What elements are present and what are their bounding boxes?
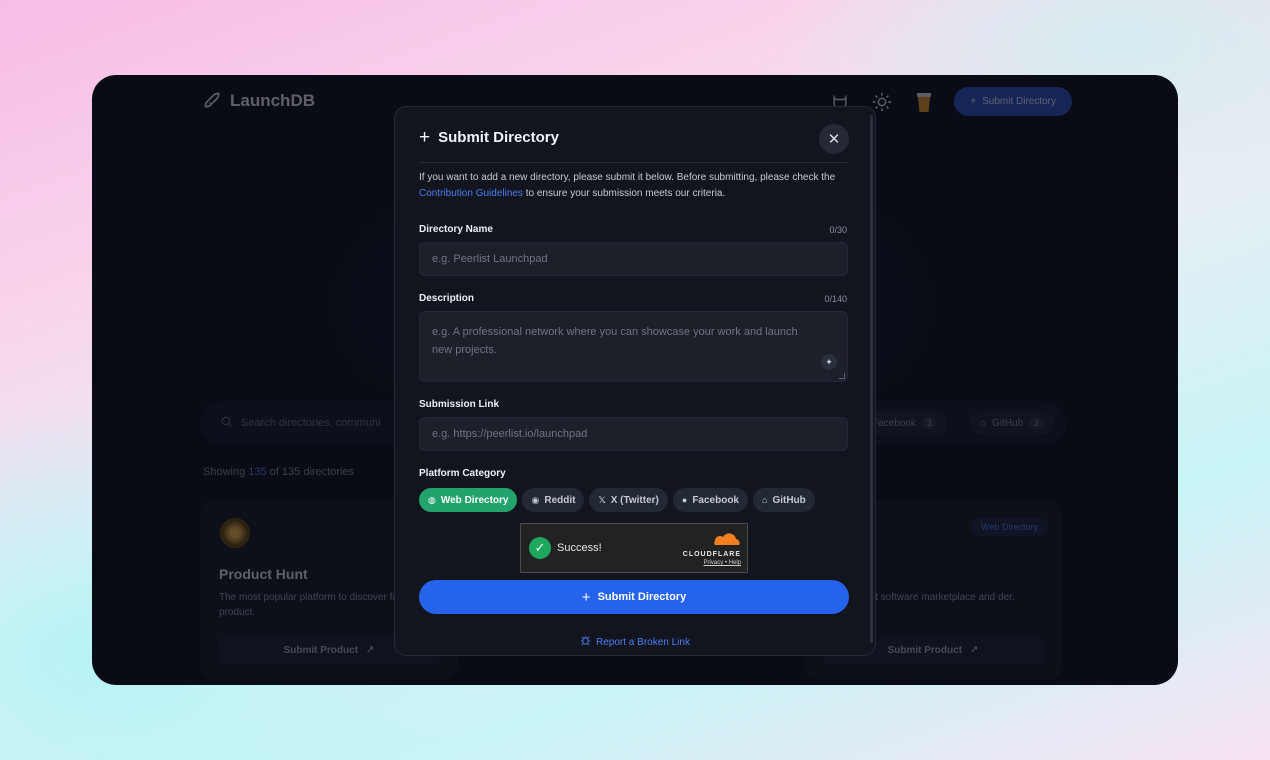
report-label: Report a Broken Link: [596, 636, 690, 648]
cloudflare-cloud-icon: [714, 533, 740, 545]
directory-name-label: Directory Name: [419, 224, 493, 235]
submit-directory-button[interactable]: + Submit Directory: [419, 580, 849, 614]
plus-icon: +: [419, 127, 431, 148]
resize-handle[interactable]: [839, 373, 845, 379]
modal-scrollbar[interactable]: [870, 115, 873, 643]
intro-text: If you want to add a new directory, plea…: [419, 170, 859, 202]
brand-logo[interactable]: LaunchDB: [202, 91, 315, 111]
search-icon: [220, 415, 233, 431]
category-x-twitter[interactable]: 𝕏 X (Twitter): [589, 488, 668, 512]
ai-sparkle-icon[interactable]: ✦: [821, 354, 837, 370]
globe-icon: ◍: [428, 494, 436, 505]
product-hunt-logo: [220, 518, 250, 548]
filter-count: 2: [1029, 417, 1045, 429]
intro-after: to ensure your submission meets our crit…: [522, 188, 726, 199]
brand-name: LaunchDB: [230, 91, 315, 110]
description-label: Description: [419, 293, 475, 304]
description-counter: 0/140: [824, 294, 847, 304]
description-textarea[interactable]: e.g. A professional network where you ca…: [419, 311, 848, 382]
contribution-guidelines-link[interactable]: Contribution Guidelines: [419, 188, 523, 199]
reddit-icon: ◉: [531, 494, 540, 505]
arrow-up-right-icon: ↗: [970, 644, 979, 656]
submission-link-input[interactable]: e.g. https://peerlist.io/launchpad: [419, 417, 848, 451]
submission-link-placeholder: e.g. https://peerlist.io/launchpad: [432, 428, 588, 440]
modal-title: + Submit Directory: [419, 127, 559, 148]
category-reddit[interactable]: ◉ Reddit: [522, 488, 585, 512]
github-icon: ⌂: [762, 495, 768, 505]
submit-directory-label: Submit Directory: [597, 591, 687, 603]
top-submit-button[interactable]: + Submit Directory: [954, 87, 1072, 116]
platform-category-label: Platform Category: [419, 468, 506, 479]
card-title: Product Hunt: [219, 566, 308, 582]
plus-icon: +: [581, 588, 591, 606]
submission-link-label: Submission Link: [419, 399, 500, 410]
category-web-directory[interactable]: ◍ Web Directory: [419, 488, 518, 512]
chip-label: Web Directory: [440, 494, 509, 506]
filter-label: GitHub: [992, 417, 1024, 429]
cloudflare-captcha[interactable]: ✓ Success! CLOUDFLARE Privacy • Help: [520, 523, 748, 573]
check-icon: ✓: [529, 537, 551, 559]
filter-count: 3: [921, 417, 937, 429]
directory-name-placeholder: e.g. Peerlist Launchpad: [432, 253, 548, 265]
facebook-icon: ●: [681, 495, 688, 505]
bug-icon: [580, 635, 591, 649]
sun-icon[interactable]: [870, 90, 894, 114]
divider: [419, 162, 847, 163]
card-action-label: Submit Product: [887, 644, 963, 656]
category-badge: Web Directory: [971, 518, 1048, 536]
description-placeholder: e.g. A professional network where you ca…: [432, 326, 798, 356]
captcha-status: Success!: [557, 542, 602, 554]
x-icon: 𝕏: [598, 494, 606, 505]
cloudflare-links[interactable]: Privacy • Help: [683, 560, 741, 566]
results-count: Showing 135 of 135 directories: [203, 466, 354, 478]
filter-github[interactable]: ⌂ GitHub 2: [970, 411, 1055, 435]
directory-name-counter: 0/30: [829, 225, 847, 235]
chip-label: X (Twitter): [610, 494, 659, 506]
card-description: ent software marketplace and der.: [864, 592, 1015, 603]
category-chips: ◍ Web Directory ◉ Reddit 𝕏 X (Twitter) ●…: [419, 488, 815, 512]
coffee-cup-icon[interactable]: [912, 90, 936, 114]
showing-count: 135: [248, 466, 267, 478]
github-icon: ⌂: [980, 417, 987, 429]
chip-label: Facebook: [692, 494, 739, 506]
report-broken-link[interactable]: Report a Broken Link: [395, 635, 875, 649]
category-facebook[interactable]: ● Facebook: [672, 488, 748, 512]
intro-before: If you want to add a new directory, plea…: [419, 172, 836, 183]
cloudflare-name: CLOUDFLARE: [682, 551, 741, 558]
arrow-up-right-icon: ↗: [366, 644, 375, 656]
close-button[interactable]: ✕: [819, 124, 849, 154]
search-placeholder: Search directories, communi: [241, 417, 381, 429]
card-action-label: Submit Product: [283, 644, 359, 656]
rocket-icon: [204, 92, 220, 108]
close-icon: ✕: [827, 131, 841, 148]
filter-label: Facebook: [872, 417, 916, 429]
chip-label: GitHub: [772, 494, 806, 506]
modal-title-text: Submit Directory: [438, 129, 559, 146]
directory-name-input[interactable]: e.g. Peerlist Launchpad: [419, 242, 848, 276]
showing-prefix: Showing: [203, 466, 249, 478]
top-submit-label: Submit Directory: [982, 96, 1056, 107]
chip-label: Reddit: [544, 494, 576, 506]
category-github[interactable]: ⌂ GitHub: [753, 488, 815, 512]
showing-suffix: of 135 directories: [266, 466, 355, 478]
submit-directory-modal: + Submit Directory ✕ If you want to add …: [394, 106, 876, 656]
plus-icon: +: [970, 96, 977, 107]
cloudflare-badge: CLOUDFLARE Privacy • Help: [683, 532, 741, 566]
